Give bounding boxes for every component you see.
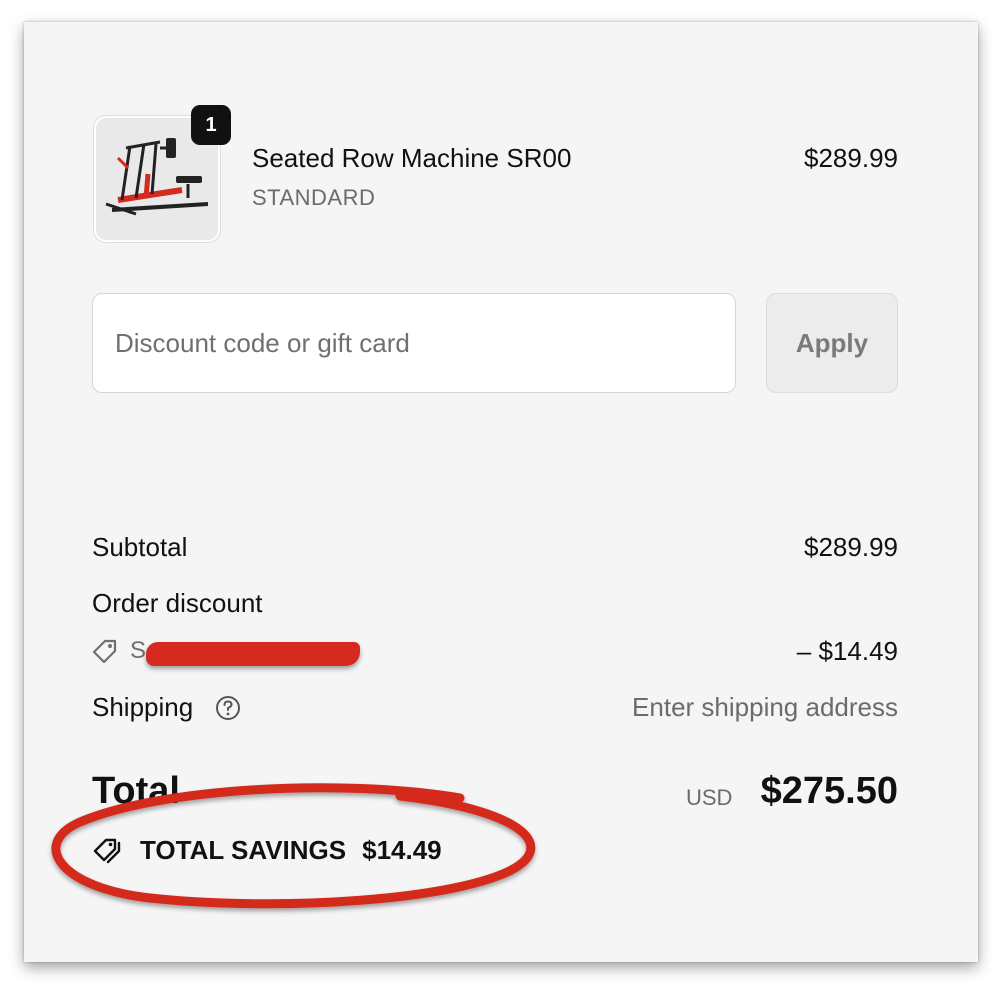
subtotal-label: Subtotal [92,532,188,562]
tags-icon [93,838,121,864]
shipping-label: Shipping [92,692,194,722]
currency-code: USD [686,785,733,810]
discount-code-input[interactable] [92,293,736,393]
shipping-value: Enter shipping address [632,692,898,722]
discount-code-text: S [130,637,147,664]
total-savings-label: TOTAL SAVINGS [140,834,347,865]
product-name: Seated Row Machine SR00 [252,143,572,173]
quantity-badge: 1 [191,105,231,145]
redaction-mark [146,642,360,666]
help-icon[interactable] [215,695,241,721]
total-amount: $275.50 [760,770,898,812]
total-label: Total [92,770,180,812]
product-price: $289.99 [804,143,898,173]
tag-icon [92,639,117,664]
order-discount-value: – $14.49 [796,636,898,666]
subtotal-value: $289.99 [804,532,898,562]
discount-code-row: S [90,636,146,666]
product-variant: STANDARD [252,185,376,210]
order-discount-label: Order discount [92,588,263,618]
total-savings-row: TOTAL SAVINGS $14.49 [92,834,442,866]
total-savings-value: $14.49 [362,834,442,865]
apply-discount-button[interactable]: Apply [766,293,898,393]
